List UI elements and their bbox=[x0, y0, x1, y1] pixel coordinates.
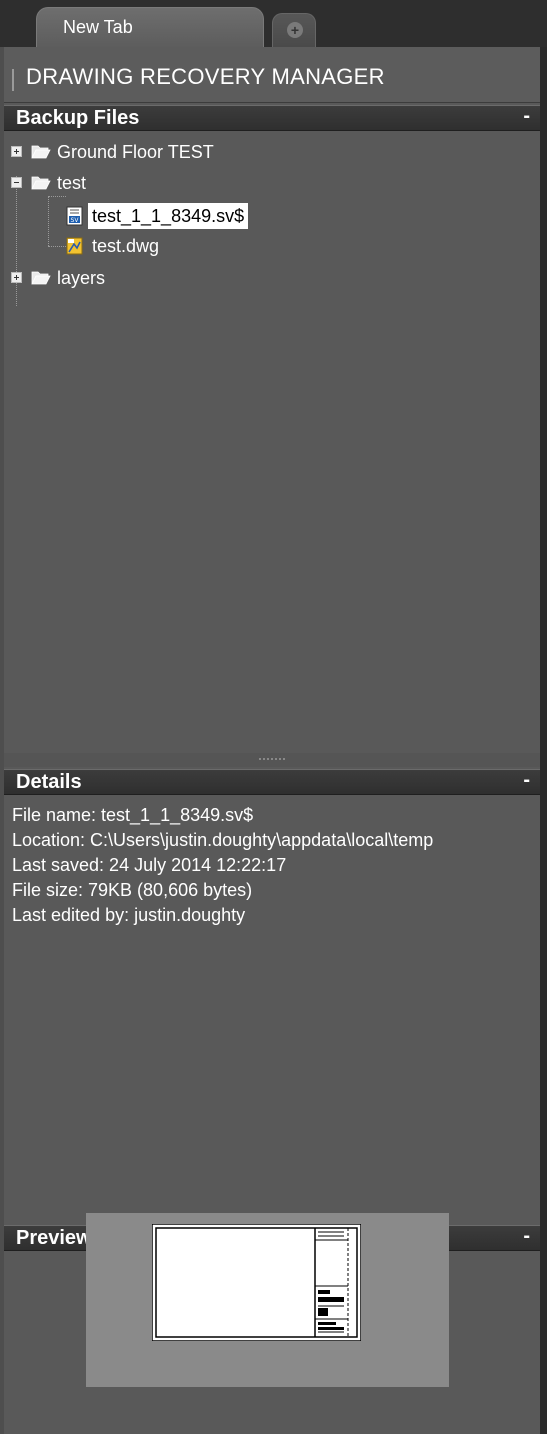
tree-item-label: test bbox=[57, 173, 87, 193]
palette-title-bar[interactable]: DRAWING RECOVERY MANAGER bbox=[4, 47, 540, 103]
tree-item-label: test.dwg bbox=[92, 236, 160, 256]
backup-files-header[interactable]: Backup Files - bbox=[4, 105, 540, 131]
svg-text:SV: SV bbox=[71, 217, 80, 224]
detail-last-edited-by: Last edited by: justin.doughty bbox=[12, 905, 246, 925]
tree-item-layers[interactable]: layers bbox=[4, 265, 540, 291]
tab-label: New Tab bbox=[63, 17, 133, 37]
folder-open-icon bbox=[31, 271, 51, 285]
details-header[interactable]: Details - bbox=[4, 769, 540, 795]
dwg-file-icon bbox=[66, 237, 83, 255]
backup-files-title: Backup Files bbox=[16, 107, 140, 129]
tree-item-ground-floor-test[interactable]: Ground Floor TEST bbox=[4, 139, 540, 165]
preview-title: Preview bbox=[16, 1227, 92, 1249]
detail-last-saved: Last saved: 24 July 2014 12:22:17 bbox=[12, 855, 287, 875]
preview-area bbox=[86, 1213, 449, 1387]
detail-file-size: File size: 79KB (80,606 bytes) bbox=[12, 880, 253, 900]
details-content: File name: test_1_1_8349.sv$ Location: C… bbox=[12, 803, 538, 928]
tab-new-tab[interactable]: New Tab bbox=[36, 7, 264, 47]
plus-icon: + bbox=[287, 22, 303, 38]
splitter-grip-icon bbox=[259, 758, 285, 762]
palette-title: DRAWING RECOVERY MANAGER bbox=[26, 64, 385, 89]
tab-strip: New Tab + bbox=[0, 0, 547, 47]
right-border bbox=[540, 47, 547, 1434]
expand-icon[interactable] bbox=[11, 272, 22, 283]
add-tab-button[interactable]: + bbox=[272, 13, 316, 47]
tree-item-test[interactable]: test bbox=[4, 170, 540, 196]
tree-item-dwg-file[interactable]: test.dwg bbox=[66, 233, 536, 259]
panel-splitter[interactable] bbox=[4, 753, 540, 767]
tree-connector bbox=[48, 196, 49, 246]
detail-file-name: File name: test_1_1_8349.sv$ bbox=[12, 805, 254, 825]
expand-icon[interactable] bbox=[11, 146, 22, 157]
folder-open-icon bbox=[31, 145, 51, 159]
tree-item-label: test_1_1_8349.sv$ bbox=[88, 203, 249, 229]
collapse-details-button[interactable]: - bbox=[523, 769, 530, 792]
collapse-icon[interactable] bbox=[11, 177, 22, 188]
collapse-preview-button[interactable]: - bbox=[523, 1225, 530, 1248]
tree-connector bbox=[48, 196, 66, 197]
folder-open-icon bbox=[31, 176, 51, 190]
sv-file-icon: SV bbox=[66, 206, 83, 226]
tree-item-label: Ground Floor TEST bbox=[57, 142, 214, 162]
backup-files-tree: Ground Floor TEST test SV test_1_1_8349.… bbox=[4, 132, 540, 752]
collapse-backup-button[interactable]: - bbox=[523, 105, 530, 128]
detail-location: Location: C:\Users\justin.doughty\appdat… bbox=[12, 830, 434, 850]
details-title: Details bbox=[16, 771, 82, 793]
tree-connector bbox=[48, 246, 66, 247]
tree-item-sv-file[interactable]: SV test_1_1_8349.sv$ bbox=[66, 203, 536, 229]
tree-item-label: layers bbox=[57, 268, 106, 288]
drawing-thumbnail bbox=[152, 1224, 361, 1341]
grip-icon[interactable] bbox=[12, 69, 14, 91]
